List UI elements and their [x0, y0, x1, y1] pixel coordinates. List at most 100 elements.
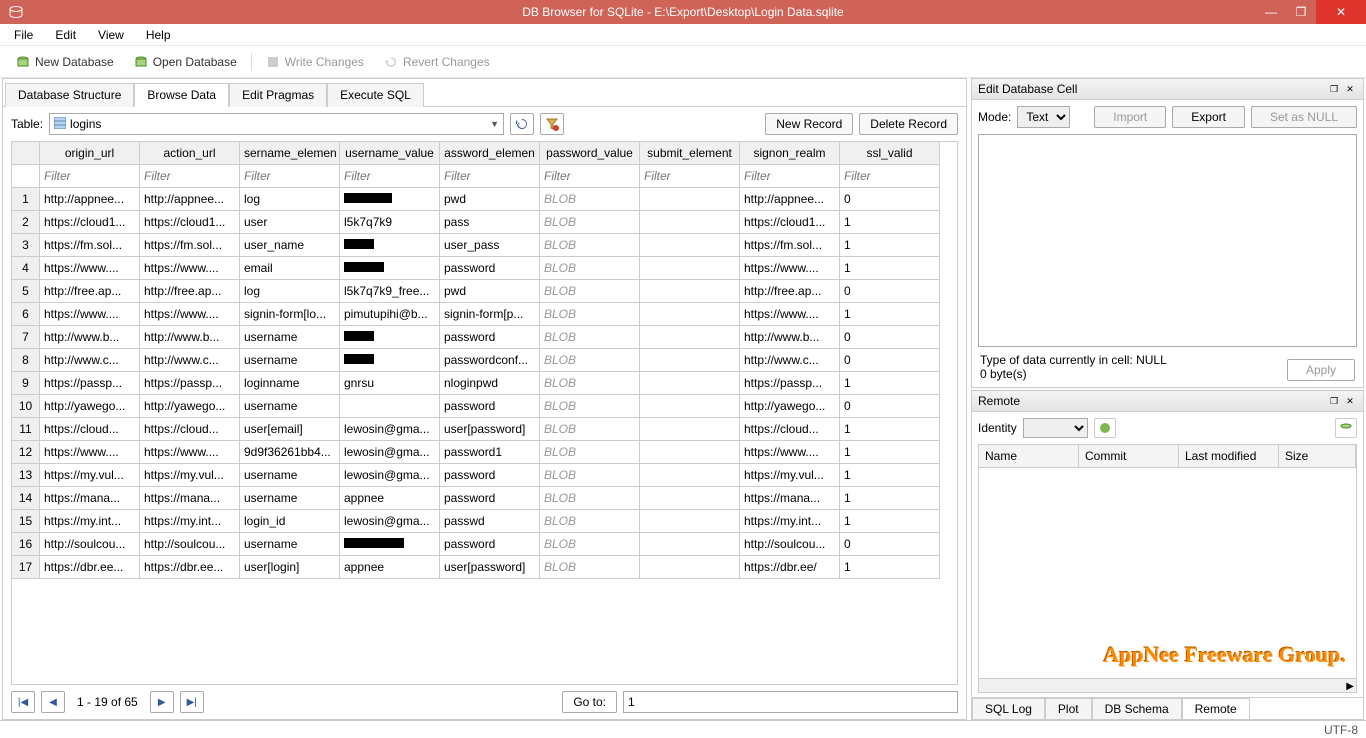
data-cell[interactable]: BLOB: [540, 349, 640, 372]
filter-input-7[interactable]: [742, 167, 837, 185]
remote-col-name[interactable]: Name: [979, 445, 1079, 467]
data-cell[interactable]: 1: [840, 418, 940, 441]
data-cell[interactable]: https://dbr.ee...: [40, 556, 140, 579]
last-page-button[interactable]: ▶|: [180, 691, 204, 713]
data-cell[interactable]: username: [240, 395, 340, 418]
data-cell[interactable]: BLOB: [540, 395, 640, 418]
delete-record-button[interactable]: Delete Record: [859, 113, 958, 135]
data-cell[interactable]: [640, 487, 740, 510]
close-button[interactable]: ✕: [1316, 0, 1366, 24]
data-cell[interactable]: https://my.vul...: [40, 464, 140, 487]
btab-remote[interactable]: Remote: [1182, 698, 1250, 719]
menu-edit[interactable]: Edit: [45, 25, 86, 45]
row-header[interactable]: 12: [12, 441, 40, 464]
data-cell[interactable]: http://www.c...: [740, 349, 840, 372]
data-cell[interactable]: BLOB: [540, 556, 640, 579]
data-cell[interactable]: https://cloud1...: [740, 211, 840, 234]
row-header[interactable]: 17: [12, 556, 40, 579]
filter-input-5[interactable]: [542, 167, 637, 185]
goto-button[interactable]: Go to:: [562, 691, 617, 713]
refresh-button[interactable]: [510, 113, 534, 135]
data-cell[interactable]: https://mana...: [140, 487, 240, 510]
data-cell[interactable]: [640, 556, 740, 579]
row-header[interactable]: 7: [12, 326, 40, 349]
data-cell[interactable]: https://cloud1...: [140, 211, 240, 234]
data-cell[interactable]: https://www....: [40, 441, 140, 464]
remote-hscroll[interactable]: ▶: [979, 678, 1356, 692]
data-cell[interactable]: 0: [840, 188, 940, 211]
row-header[interactable]: 2: [12, 211, 40, 234]
data-cell[interactable]: 1: [840, 372, 940, 395]
col-header-3[interactable]: username_value: [340, 142, 440, 165]
data-cell[interactable]: signin-form[p...: [440, 303, 540, 326]
data-cell[interactable]: user[email]: [240, 418, 340, 441]
data-cell[interactable]: 9d9f36261bb4...: [240, 441, 340, 464]
tab-database-structure[interactable]: Database Structure: [5, 83, 134, 107]
data-cell[interactable]: user[password]: [440, 556, 540, 579]
mode-select[interactable]: Text: [1017, 106, 1070, 128]
data-cell[interactable]: login_id: [240, 510, 340, 533]
next-page-button[interactable]: ▶: [150, 691, 174, 713]
data-cell[interactable]: BLOB: [540, 234, 640, 257]
data-cell[interactable]: http://www.b...: [140, 326, 240, 349]
data-cell[interactable]: 0: [840, 326, 940, 349]
row-header[interactable]: 10: [12, 395, 40, 418]
filter-input-0[interactable]: [42, 167, 137, 185]
revert-changes-button[interactable]: Revert Changes: [378, 51, 496, 73]
row-header[interactable]: 9: [12, 372, 40, 395]
data-cell[interactable]: 0: [840, 395, 940, 418]
data-cell[interactable]: http://yawego...: [140, 395, 240, 418]
data-cell[interactable]: [640, 533, 740, 556]
goto-input[interactable]: [623, 691, 958, 713]
data-cell[interactable]: 1: [840, 234, 940, 257]
data-cell[interactable]: [640, 395, 740, 418]
col-header-2[interactable]: sername_elemen: [240, 142, 340, 165]
row-header[interactable]: 8: [12, 349, 40, 372]
data-cell[interactable]: [340, 395, 440, 418]
data-cell[interactable]: https://cloud...: [40, 418, 140, 441]
data-cell[interactable]: http://www.c...: [140, 349, 240, 372]
data-cell[interactable]: https://cloud...: [140, 418, 240, 441]
data-cell[interactable]: BLOB: [540, 280, 640, 303]
data-cell[interactable]: nloginpwd: [440, 372, 540, 395]
data-cell[interactable]: BLOB: [540, 464, 640, 487]
data-cell[interactable]: [640, 372, 740, 395]
remote-col-commit[interactable]: Commit: [1079, 445, 1179, 467]
data-cell[interactable]: https://my.int...: [140, 510, 240, 533]
data-cell[interactable]: user: [240, 211, 340, 234]
data-cell[interactable]: http://free.ap...: [40, 280, 140, 303]
data-cell[interactable]: BLOB: [540, 188, 640, 211]
data-cell[interactable]: http://www.b...: [40, 326, 140, 349]
data-cell[interactable]: pass: [440, 211, 540, 234]
btab-db-schema[interactable]: DB Schema: [1092, 698, 1182, 719]
remote-refresh-icon[interactable]: [1094, 418, 1116, 438]
data-cell[interactable]: BLOB: [540, 326, 640, 349]
tab-execute-sql[interactable]: Execute SQL: [327, 83, 424, 107]
data-cell[interactable]: [640, 464, 740, 487]
data-cell[interactable]: https://fm.sol...: [40, 234, 140, 257]
data-cell[interactable]: [340, 533, 440, 556]
data-cell[interactable]: appnee: [340, 487, 440, 510]
data-cell[interactable]: passwd: [440, 510, 540, 533]
data-cell[interactable]: user[password]: [440, 418, 540, 441]
data-cell[interactable]: BLOB: [540, 418, 640, 441]
data-cell[interactable]: BLOB: [540, 211, 640, 234]
row-header[interactable]: 11: [12, 418, 40, 441]
data-cell[interactable]: passwordconf...: [440, 349, 540, 372]
data-cell[interactable]: password: [440, 395, 540, 418]
data-cell[interactable]: https://dbr.ee...: [140, 556, 240, 579]
data-cell[interactable]: 0: [840, 349, 940, 372]
data-cell[interactable]: https://www....: [740, 441, 840, 464]
row-header[interactable]: 16: [12, 533, 40, 556]
filter-input-3[interactable]: [342, 167, 437, 185]
data-cell[interactable]: https://my.vul...: [140, 464, 240, 487]
data-cell[interactable]: https://www....: [140, 441, 240, 464]
data-cell[interactable]: http://yawego...: [40, 395, 140, 418]
data-cell[interactable]: [340, 257, 440, 280]
data-cell[interactable]: https://cloud...: [740, 418, 840, 441]
data-cell[interactable]: http://free.ap...: [140, 280, 240, 303]
data-cell[interactable]: username: [240, 487, 340, 510]
export-button[interactable]: Export: [1172, 106, 1245, 128]
row-header[interactable]: 1: [12, 188, 40, 211]
data-cell[interactable]: 0: [840, 280, 940, 303]
